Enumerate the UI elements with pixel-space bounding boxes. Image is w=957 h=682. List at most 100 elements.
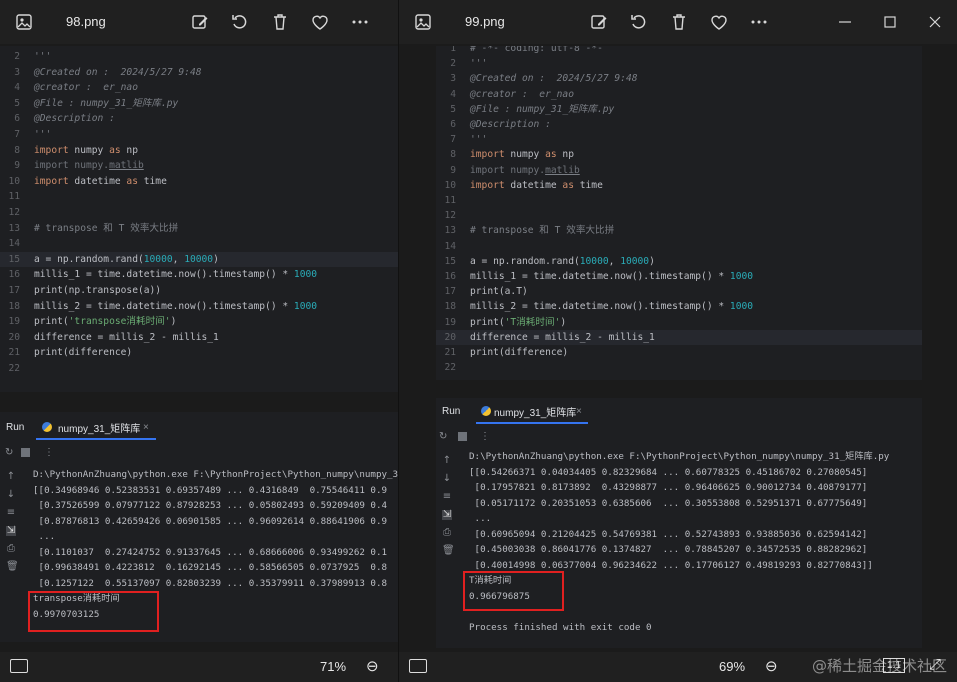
line-number: 10 xyxy=(444,179,456,191)
zoom-level: 69% xyxy=(719,659,746,674)
gallery-icon[interactable] xyxy=(14,12,34,32)
stop-icon[interactable] xyxy=(458,431,467,441)
code-line: 14 xyxy=(0,236,398,252)
code-line: 4 @creator : er_nao xyxy=(436,87,922,103)
line-number: 14 xyxy=(8,238,20,250)
more-options-icon[interactable] xyxy=(749,12,769,32)
line-number: 22 xyxy=(444,362,456,374)
run-gutter: ↑ ↓ ≡ ⇲ ⎙ 🗑 xyxy=(0,464,22,642)
code-text: @Created on : 2024/5/27 9:48 xyxy=(34,66,202,78)
code-line: 18 millis_2 = time.datetime.now().timesta… xyxy=(0,299,398,315)
filmstrip-icon[interactable] xyxy=(10,659,28,673)
down-arrow-icon[interactable]: ↓ xyxy=(442,474,452,484)
run-tab-label[interactable]: numpy_31_矩阵库 xyxy=(58,420,140,435)
up-arrow-icon[interactable]: ↑ xyxy=(6,472,16,482)
filmstrip-icon[interactable] xyxy=(409,659,427,673)
right-titlebar: 99.png xyxy=(399,0,957,44)
more-options-icon[interactable] xyxy=(350,12,370,32)
code-editor: 1 # -*- coding: utf-8 -*- 2 ''' 3 @Created on… xyxy=(436,46,922,380)
code-line: 19 print('T消耗时间') xyxy=(436,315,922,331)
rerun-icon[interactable]: ↻ xyxy=(439,431,447,442)
favorite-heart-icon[interactable] xyxy=(709,12,729,32)
line-number: 19 xyxy=(8,316,20,328)
console-line: Process finished with exit code 0 xyxy=(469,621,652,633)
code-text: @Description : xyxy=(470,119,551,130)
line-number: 2 xyxy=(14,51,20,62)
code-text: millis_1 = time.datetime.now().timestamp… xyxy=(470,271,754,282)
code-line: 3 @Created on : 2024/5/27 9:48 xyxy=(0,65,398,81)
left-statusbar: 71% ⊖ xyxy=(0,652,398,682)
line-number: 10 xyxy=(8,175,20,187)
code-text: a = np.random.rand(10000, 10000) xyxy=(470,255,655,267)
line-number: 5 xyxy=(14,97,20,109)
gallery-icon[interactable] xyxy=(413,12,433,32)
edit-image-icon[interactable] xyxy=(190,12,210,32)
rotate-icon[interactable] xyxy=(629,12,649,32)
code-text: @Created on : 2024/5/27 9:48 xyxy=(470,73,638,85)
console-line: D:\PythonAnZhuang\python.exe F:\PythonPr… xyxy=(469,451,890,462)
zoom-out-icon[interactable]: ⊖ xyxy=(366,657,379,675)
code-line: 19 print('transpose消耗时间') xyxy=(0,314,398,330)
line-number: 12 xyxy=(8,207,20,218)
console-line: [0.1101037 0.27424752 0.91337645 ... 0.6… xyxy=(33,546,388,558)
line-number: 21 xyxy=(8,347,20,359)
delete-icon[interactable] xyxy=(270,12,290,32)
rotate-icon[interactable] xyxy=(230,12,250,32)
edit-image-icon[interactable] xyxy=(589,12,609,32)
code-text: difference = millis_2 - millis_1 xyxy=(34,331,219,343)
code-line: 7 ''' xyxy=(436,132,922,148)
console-line: [[0.34968946 0.52383531 0.69357489 ... 0… xyxy=(33,484,388,496)
close-window-icon[interactable] xyxy=(925,12,945,32)
clear-trash-icon[interactable]: 🗑 xyxy=(442,546,455,556)
scroll-to-end-icon[interactable]: ⇲ xyxy=(6,526,16,536)
close-tab-icon[interactable]: × xyxy=(143,422,149,433)
run-toolbar: Run numpy_31_矩阵库 × xyxy=(436,398,922,424)
line-number: 16 xyxy=(444,271,456,282)
print-icon[interactable]: ⎙ xyxy=(6,544,16,554)
python-icon xyxy=(481,406,491,416)
code-line: 10 import datetime as time xyxy=(436,178,922,194)
rerun-icon[interactable]: ↻ xyxy=(5,447,13,458)
up-arrow-icon[interactable]: ↑ xyxy=(442,456,452,466)
run-panel: Run numpy_31_矩阵库 × ↻ ⋮ ↑ ↓ ≡ ⇲ ⎙ 🗑 D:\Py… xyxy=(436,398,922,648)
code-text: millis_2 = time.datetime.now().timestamp… xyxy=(34,300,318,312)
code-line: 21 print(difference) xyxy=(0,345,398,361)
print-icon[interactable]: ⎙ xyxy=(442,528,452,538)
run-tab-label[interactable]: numpy_31_矩阵库 xyxy=(494,404,576,419)
zoom-out-icon[interactable]: ⊖ xyxy=(765,657,778,675)
highlight-box xyxy=(463,571,564,611)
code-line: 15 a = np.random.rand(10000, 10000) xyxy=(0,251,398,268)
close-tab-icon[interactable]: × xyxy=(576,406,582,417)
code-line: 6 @Description : xyxy=(0,111,398,127)
code-text: print(difference) xyxy=(34,347,133,359)
code-text: a = np.random.rand(10000, 10000) xyxy=(34,253,219,265)
code-text: @File : numpy_31_矩阵库.py xyxy=(470,103,615,115)
more-vertical-icon[interactable]: ⋮ xyxy=(480,431,490,442)
soft-wrap-icon[interactable]: ≡ xyxy=(6,508,16,518)
minimize-icon[interactable] xyxy=(835,12,855,32)
code-line: 1 # -*- coding: utf-8 -*- xyxy=(436,46,922,57)
favorite-heart-icon[interactable] xyxy=(310,12,330,32)
code-line: 17 print(np.transpose(a)) xyxy=(0,283,398,299)
more-vertical-icon[interactable]: ⋮ xyxy=(44,447,54,458)
down-arrow-icon[interactable]: ↓ xyxy=(6,490,16,500)
python-icon xyxy=(42,422,52,432)
code-line: 9 import numpy.matlib xyxy=(0,158,398,174)
soft-wrap-icon[interactable]: ≡ xyxy=(442,492,452,502)
line-number: 17 xyxy=(444,286,456,298)
stop-icon[interactable] xyxy=(21,447,30,457)
line-number: 7 xyxy=(14,129,20,140)
code-line: 13 # transpose 和 T 效率大比拼 xyxy=(436,223,922,239)
scroll-to-end-icon[interactable]: ⇲ xyxy=(442,510,452,520)
delete-icon[interactable] xyxy=(669,12,689,32)
run-gutter: ↑ ↓ ≡ ⇲ ⎙ 🗑 xyxy=(436,448,458,648)
maximize-icon[interactable] xyxy=(880,12,900,32)
clear-trash-icon[interactable]: 🗑 xyxy=(6,562,19,572)
line-number: 14 xyxy=(444,240,456,252)
code-line: 22 xyxy=(0,361,398,377)
left-titlebar: 98.png xyxy=(0,0,398,44)
run-actions: ↻ ⋮ xyxy=(0,440,398,464)
code-text: @Description : xyxy=(34,113,115,125)
console-line: ... xyxy=(469,513,492,524)
code-text: print(a.T) xyxy=(470,286,528,298)
